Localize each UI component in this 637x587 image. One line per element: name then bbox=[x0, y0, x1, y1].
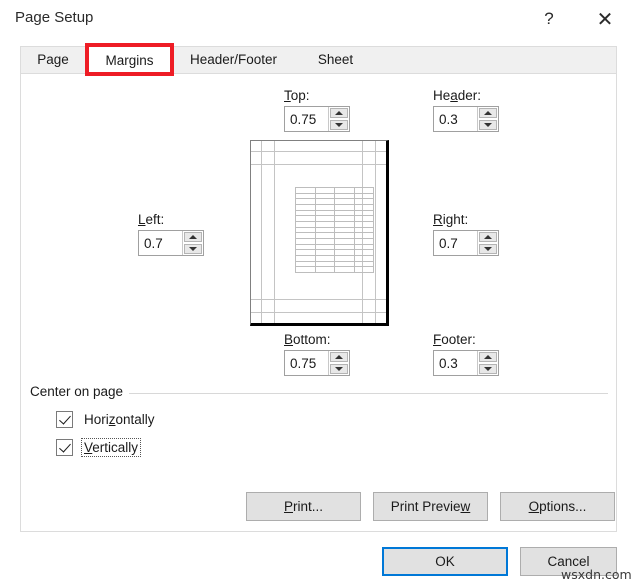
top-margin-value[interactable]: 0.75 bbox=[285, 107, 328, 131]
page-preview bbox=[250, 140, 389, 326]
center-on-page-title: Center on page bbox=[30, 384, 130, 399]
tab-header-footer[interactable]: Header/Footer bbox=[175, 46, 292, 73]
arrow-up-icon bbox=[484, 355, 492, 359]
footer-margin-value[interactable]: 0.3 bbox=[434, 351, 477, 375]
footer-margin-spin-buttons bbox=[477, 351, 498, 375]
close-icon: ✕ bbox=[596, 7, 614, 31]
top-margin-label: Top: bbox=[284, 88, 310, 103]
right-margin-spinbox[interactable]: 0.7 bbox=[433, 230, 499, 256]
arrow-up-icon bbox=[335, 355, 343, 359]
footer-margin-spinbox[interactable]: 0.3 bbox=[433, 350, 499, 376]
left-edge-guide-line bbox=[261, 141, 262, 323]
left-margin-value[interactable]: 0.7 bbox=[139, 231, 182, 255]
center-vertically-label[interactable]: Vertically bbox=[80, 438, 142, 457]
preview-grid-cell bbox=[296, 267, 316, 273]
header-margin-decrement-button[interactable] bbox=[479, 120, 497, 130]
bottom-margin-value[interactable]: 0.75 bbox=[285, 351, 328, 375]
options-button[interactable]: Options... bbox=[500, 492, 615, 521]
ok-button[interactable]: OK bbox=[382, 547, 508, 576]
watermark: wsxdn.com bbox=[561, 567, 632, 582]
center-vertically-checkbox[interactable] bbox=[56, 439, 73, 456]
arrow-down-icon bbox=[335, 123, 343, 127]
tab-margins[interactable]: Margins bbox=[86, 46, 173, 74]
tab-strip: Page Margins Header/Footer Sheet bbox=[20, 46, 617, 74]
header-margin-increment-button[interactable] bbox=[479, 108, 497, 118]
preview-grid-cell bbox=[354, 267, 374, 273]
arrow-up-icon bbox=[335, 111, 343, 115]
tab-sheet[interactable]: Sheet bbox=[294, 46, 377, 73]
arrow-down-icon bbox=[484, 123, 492, 127]
center-horizontally-label[interactable]: Horizontally bbox=[82, 411, 157, 428]
preview-grid-cell bbox=[335, 267, 355, 273]
bottom-margin-increment-button[interactable] bbox=[330, 352, 348, 362]
arrow-up-icon bbox=[484, 235, 492, 239]
left-margin-spinbox[interactable]: 0.7 bbox=[138, 230, 204, 256]
right-margin-decrement-button[interactable] bbox=[479, 244, 497, 254]
footer-margin-increment-button[interactable] bbox=[479, 352, 497, 362]
print-preview-button[interactable]: Print Preview bbox=[373, 492, 488, 521]
arrow-up-icon bbox=[484, 111, 492, 115]
print-preview-button-label: Print Preview bbox=[390, 499, 471, 514]
arrow-up-icon bbox=[189, 235, 197, 239]
right-margin-label: Right: bbox=[433, 212, 469, 227]
arrow-down-icon bbox=[189, 247, 197, 251]
top-margin-increment-button[interactable] bbox=[330, 108, 348, 118]
footer-margin-label: Footer: bbox=[433, 332, 476, 347]
tab-page[interactable]: Page bbox=[22, 46, 84, 73]
print-button[interactable]: Print... bbox=[246, 492, 361, 521]
bottom-margin-spin-buttons bbox=[328, 351, 349, 375]
center-horizontally-checkbox[interactable] bbox=[56, 411, 73, 428]
center-vertically-row[interactable]: Vertically bbox=[56, 438, 142, 457]
help-button[interactable]: ? bbox=[527, 0, 571, 38]
center-horizontally-row[interactable]: Horizontally bbox=[56, 411, 157, 428]
preview-content-grid bbox=[295, 187, 374, 273]
footer-margin-decrement-button[interactable] bbox=[479, 364, 497, 374]
bottom-margin-spinbox[interactable]: 0.75 bbox=[284, 350, 350, 376]
options-button-label: Options... bbox=[528, 499, 587, 514]
top-margin-spinbox[interactable]: 0.75 bbox=[284, 106, 350, 132]
header-margin-value[interactable]: 0.3 bbox=[434, 107, 477, 131]
top-margin-guide-line bbox=[251, 164, 386, 165]
right-margin-increment-button[interactable] bbox=[479, 232, 497, 242]
top-margin-decrement-button[interactable] bbox=[330, 120, 348, 130]
left-margin-increment-button[interactable] bbox=[184, 232, 202, 242]
print-button-label: Print... bbox=[283, 499, 324, 514]
header-margin-spin-buttons bbox=[477, 107, 498, 131]
bottom-margin-decrement-button[interactable] bbox=[330, 364, 348, 374]
title-bar: Page Setup ? ✕ bbox=[0, 0, 637, 38]
header-margin-label: Header: bbox=[433, 88, 482, 103]
left-margin-decrement-button[interactable] bbox=[184, 244, 202, 254]
close-button[interactable]: ✕ bbox=[583, 0, 627, 38]
footer-guide-line bbox=[251, 312, 386, 313]
bottom-margin-guide-line bbox=[251, 299, 386, 300]
arrow-down-icon bbox=[484, 247, 492, 251]
right-margin-spin-buttons bbox=[477, 231, 498, 255]
question-mark-icon: ? bbox=[544, 9, 554, 28]
margins-tab-panel: Top: 0.75 Header: 0.3 Left: 0.7 Right: 0… bbox=[20, 73, 617, 532]
header-guide-line bbox=[251, 151, 386, 152]
header-margin-spinbox[interactable]: 0.3 bbox=[433, 106, 499, 132]
right-edge-guide-line bbox=[375, 141, 376, 323]
arrow-down-icon bbox=[335, 367, 343, 371]
left-margin-label: Left: bbox=[138, 212, 165, 227]
right-margin-value[interactable]: 0.7 bbox=[434, 231, 477, 255]
left-margin-spin-buttons bbox=[182, 231, 203, 255]
preview-grid-cell bbox=[315, 267, 335, 273]
left-margin-guide-line bbox=[274, 141, 275, 323]
window-title: Page Setup bbox=[15, 9, 94, 26]
arrow-down-icon bbox=[484, 367, 492, 371]
bottom-margin-label: Bottom: bbox=[284, 332, 331, 347]
top-margin-spin-buttons bbox=[328, 107, 349, 131]
